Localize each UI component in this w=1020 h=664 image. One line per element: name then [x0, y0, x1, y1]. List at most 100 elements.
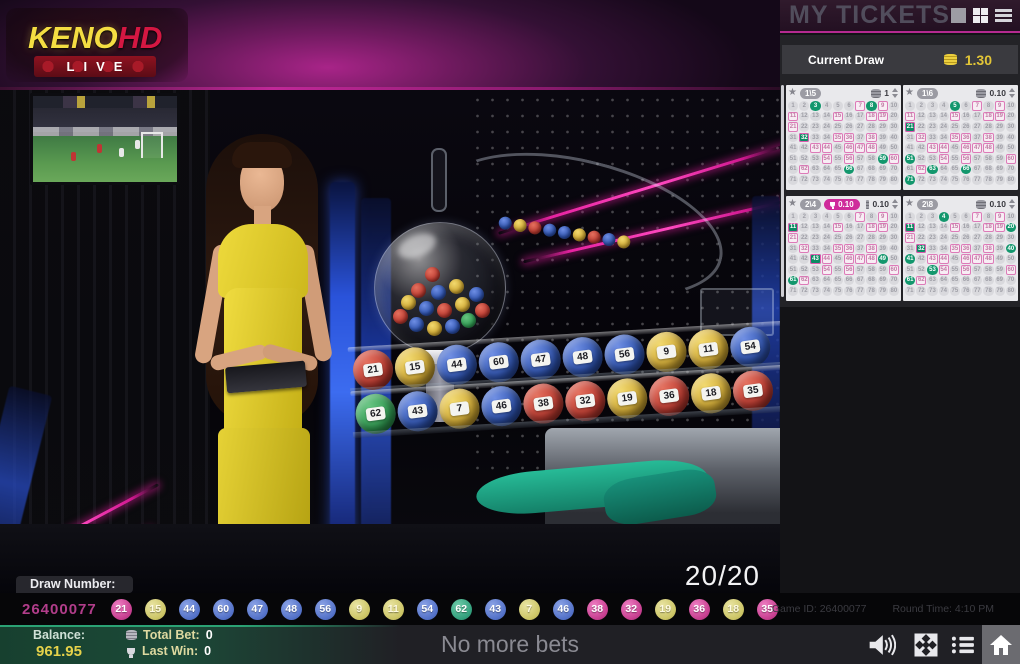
- number-cell-74[interactable]: 74: [822, 175, 832, 185]
- number-cell-16[interactable]: 16: [844, 223, 854, 233]
- number-cell-58[interactable]: 58: [983, 265, 993, 275]
- number-cell-31[interactable]: 31: [788, 133, 798, 143]
- number-cell-61[interactable]: 61: [788, 276, 798, 286]
- number-cell-2[interactable]: 2: [916, 212, 926, 222]
- number-cell-62[interactable]: 62: [916, 165, 926, 175]
- number-cell-47[interactable]: 47: [855, 143, 865, 153]
- number-cell-65[interactable]: 65: [833, 165, 843, 175]
- number-cell-22[interactable]: 22: [916, 122, 926, 132]
- number-cell-75[interactable]: 75: [833, 175, 843, 185]
- number-cell-67[interactable]: 67: [972, 276, 982, 286]
- number-cell-53[interactable]: 53: [927, 265, 937, 275]
- number-cell-26[interactable]: 26: [844, 122, 854, 132]
- number-cell-7[interactable]: 7: [972, 212, 982, 222]
- number-cell-50[interactable]: 50: [1006, 143, 1016, 153]
- number-cell-2[interactable]: 2: [799, 212, 809, 222]
- number-cell-51[interactable]: 51: [905, 154, 915, 164]
- number-cell-68[interactable]: 68: [866, 276, 876, 286]
- number-cell-15[interactable]: 15: [950, 112, 960, 122]
- number-cell-39[interactable]: 39: [995, 244, 1005, 254]
- number-cell-63[interactable]: 63: [927, 165, 937, 175]
- number-cell-52[interactable]: 52: [916, 265, 926, 275]
- number-cell-20[interactable]: 20: [889, 112, 899, 122]
- number-cell-4[interactable]: 4: [822, 212, 832, 222]
- number-cell-78[interactable]: 78: [983, 286, 993, 296]
- number-cell-70[interactable]: 70: [889, 276, 899, 286]
- number-cell-20[interactable]: 20: [889, 223, 899, 233]
- number-cell-8[interactable]: 8: [983, 101, 993, 111]
- number-cell-3[interactable]: 3: [810, 101, 820, 111]
- number-cell-48[interactable]: 48: [866, 143, 876, 153]
- number-cell-3[interactable]: 3: [927, 101, 937, 111]
- number-cell-40[interactable]: 40: [1006, 133, 1016, 143]
- number-cell-66[interactable]: 66: [844, 276, 854, 286]
- number-cell-34[interactable]: 34: [822, 133, 832, 143]
- number-cell-64[interactable]: 64: [822, 276, 832, 286]
- number-cell-29[interactable]: 29: [878, 122, 888, 132]
- favorite-star-icon[interactable]: ★: [905, 88, 914, 98]
- number-cell-68[interactable]: 68: [983, 276, 993, 286]
- number-cell-7[interactable]: 7: [855, 101, 865, 111]
- number-cell-45[interactable]: 45: [833, 143, 843, 153]
- number-cell-55[interactable]: 55: [950, 154, 960, 164]
- number-cell-46[interactable]: 46: [844, 143, 854, 153]
- number-cell-5[interactable]: 5: [833, 101, 843, 111]
- number-cell-10[interactable]: 10: [1006, 101, 1016, 111]
- number-cell-41[interactable]: 41: [788, 254, 798, 264]
- number-cell-55[interactable]: 55: [833, 154, 843, 164]
- number-cell-50[interactable]: 50: [1006, 254, 1016, 264]
- number-cell-66[interactable]: 66: [844, 165, 854, 175]
- home-button[interactable]: [982, 625, 1020, 664]
- number-cell-49[interactable]: 49: [995, 254, 1005, 264]
- number-cell-71[interactable]: 71: [905, 175, 915, 185]
- number-cell-74[interactable]: 74: [939, 175, 949, 185]
- number-cell-10[interactable]: 10: [889, 212, 899, 222]
- number-cell-44[interactable]: 44: [939, 143, 949, 153]
- number-cell-28[interactable]: 28: [983, 122, 993, 132]
- number-cell-15[interactable]: 15: [833, 223, 843, 233]
- bet-stepper[interactable]: [892, 88, 898, 98]
- number-cell-42[interactable]: 42: [799, 254, 809, 264]
- number-cell-79[interactable]: 79: [995, 286, 1005, 296]
- number-cell-1[interactable]: 1: [905, 212, 915, 222]
- number-cell-38[interactable]: 38: [983, 244, 993, 254]
- number-cell-33[interactable]: 33: [810, 244, 820, 254]
- number-cell-57[interactable]: 57: [855, 265, 865, 275]
- number-cell-27[interactable]: 27: [972, 233, 982, 243]
- number-cell-43[interactable]: 43: [810, 254, 820, 264]
- number-cell-4[interactable]: 4: [939, 212, 949, 222]
- number-cell-35[interactable]: 35: [833, 244, 843, 254]
- number-cell-4[interactable]: 4: [939, 101, 949, 111]
- number-cell-22[interactable]: 22: [799, 233, 809, 243]
- number-cell-68[interactable]: 68: [983, 165, 993, 175]
- number-cell-12[interactable]: 12: [799, 223, 809, 233]
- number-cell-6[interactable]: 6: [961, 212, 971, 222]
- number-cell-19[interactable]: 19: [878, 112, 888, 122]
- number-cell-10[interactable]: 10: [1006, 212, 1016, 222]
- number-cell-53[interactable]: 53: [927, 154, 937, 164]
- number-cell-11[interactable]: 11: [905, 223, 915, 233]
- number-cell-73[interactable]: 73: [810, 175, 820, 185]
- number-cell-6[interactable]: 6: [961, 101, 971, 111]
- number-cell-72[interactable]: 72: [799, 286, 809, 296]
- grid-view-icon[interactable]: [973, 8, 988, 23]
- number-cell-62[interactable]: 62: [799, 165, 809, 175]
- number-cell-49[interactable]: 49: [878, 254, 888, 264]
- favorite-star-icon[interactable]: ★: [905, 199, 914, 209]
- number-cell-24[interactable]: 24: [939, 233, 949, 243]
- number-cell-44[interactable]: 44: [822, 254, 832, 264]
- number-cell-68[interactable]: 68: [866, 165, 876, 175]
- number-cell-28[interactable]: 28: [983, 233, 993, 243]
- number-cell-20[interactable]: 20: [1006, 112, 1016, 122]
- number-cell-21[interactable]: 21: [905, 233, 915, 243]
- number-cell-37[interactable]: 37: [972, 244, 982, 254]
- number-cell-74[interactable]: 74: [822, 286, 832, 296]
- number-cell-9[interactable]: 9: [878, 101, 888, 111]
- number-cell-12[interactable]: 12: [916, 223, 926, 233]
- number-cell-26[interactable]: 26: [961, 122, 971, 132]
- number-cell-19[interactable]: 19: [995, 112, 1005, 122]
- number-cell-63[interactable]: 63: [810, 276, 820, 286]
- number-cell-56[interactable]: 56: [961, 265, 971, 275]
- number-cell-70[interactable]: 70: [889, 165, 899, 175]
- number-cell-53[interactable]: 53: [810, 154, 820, 164]
